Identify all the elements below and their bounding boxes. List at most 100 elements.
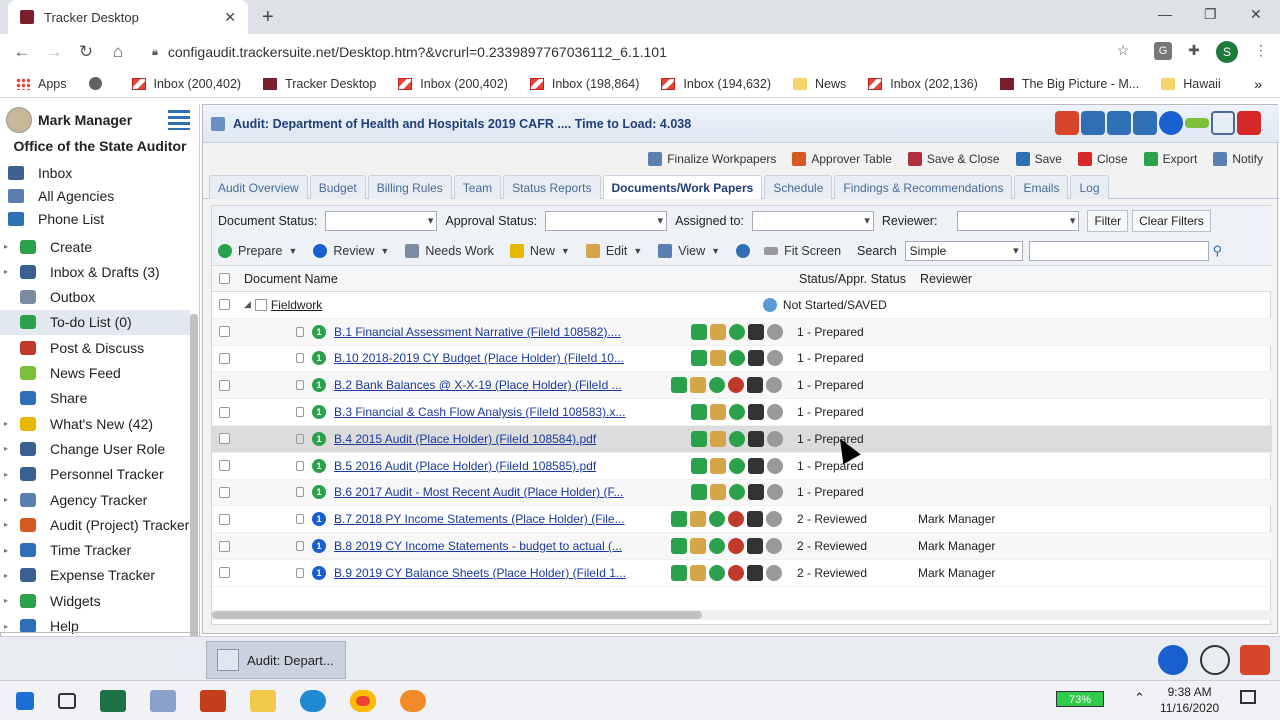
minimize-panel-icon[interactable]	[1185, 118, 1209, 128]
bookmark-item[interactable]: Inbox (200,402)	[398, 77, 508, 91]
chrome-icon[interactable]	[350, 689, 376, 712]
bookmark-star-icon[interactable]: ☆	[1114, 42, 1132, 60]
sidebar-menu-item[interactable]: ▸ Agency Tracker	[0, 487, 190, 512]
document-link[interactable]: B.3 Financial & Cash Flow Analysis (File…	[334, 405, 634, 419]
quick-link[interactable]: All Agencies	[8, 185, 114, 207]
bookmark-item[interactable]: News	[792, 77, 846, 91]
link-icon[interactable]	[747, 538, 763, 555]
home-icon[interactable]: ⌂	[102, 42, 134, 62]
browser-menu-icon[interactable]: ⋮	[1252, 42, 1270, 60]
download-icon[interactable]	[671, 511, 687, 528]
reload-icon[interactable]: ↻	[70, 42, 102, 62]
search-mode-select[interactable]: Simple	[904, 240, 1023, 261]
document-link[interactable]: B.7 2018 PY Income Statements (Place Hol…	[334, 512, 634, 526]
approval-status-select[interactable]	[545, 211, 668, 231]
home-nav-icon[interactable]	[1055, 111, 1079, 135]
status-cycle-icon[interactable]	[729, 323, 745, 340]
toolbar-button[interactable]: Export	[1136, 152, 1206, 166]
browser-tab[interactable]: Tracker Desktop ✕	[8, 0, 248, 34]
link-icon[interactable]	[748, 404, 764, 421]
extension-g-icon[interactable]: G	[1154, 42, 1172, 60]
download-icon[interactable]	[691, 323, 707, 340]
audit-tab[interactable]: Team	[453, 175, 502, 199]
status-cycle-icon[interactable]	[729, 457, 745, 474]
sidebar-menu-item[interactable]: News Feed	[0, 361, 190, 386]
download-icon[interactable]	[691, 457, 707, 474]
edit-note-icon[interactable]	[710, 404, 726, 421]
toolbar-button[interactable]: Save	[1008, 152, 1070, 166]
table-row[interactable]: 1 B.6 2017 Audit - Most Recent Audit (Pla…	[212, 479, 1272, 507]
bookmark-item[interactable]: The Big Picture - M...	[999, 77, 1139, 91]
new-tab-icon[interactable]: +	[262, 6, 274, 29]
restore-icon[interactable]: ❐	[1204, 6, 1217, 23]
row-checkbox[interactable]	[219, 460, 230, 472]
collapse-icon[interactable]: ◢	[244, 299, 251, 310]
bookmark-item[interactable]: Hawaii	[1161, 77, 1221, 91]
fit-screen-button[interactable]: Fit Screen	[764, 244, 841, 258]
document-status-select[interactable]	[325, 211, 438, 231]
table-row[interactable]: 1 B.10 2018-2019 CY Budget (Place Holder)…	[212, 346, 1272, 373]
select-all-checkbox[interactable]	[219, 273, 230, 284]
home-house-icon[interactable]	[1240, 645, 1270, 675]
sidebar-menu-item[interactable]: To-do List (0)	[0, 309, 190, 335]
audit-tab[interactable]: Emails	[1014, 175, 1069, 199]
status-cycle-icon[interactable]	[709, 564, 725, 581]
needs-work-button[interactable]: Needs Work	[405, 243, 494, 258]
copyright-icon[interactable]	[1200, 645, 1230, 675]
status-cycle-icon[interactable]	[729, 484, 745, 501]
row-checkbox[interactable]	[219, 379, 230, 391]
bookmark-item[interactable]: Inbox (194,632)	[661, 77, 771, 91]
back-icon[interactable]: ←	[6, 42, 38, 62]
toolbar-button[interactable]: Close	[1070, 152, 1136, 166]
link-icon[interactable]	[748, 430, 764, 447]
settings-icon[interactable]	[767, 350, 783, 367]
first-nav-icon[interactable]	[1081, 111, 1105, 135]
document-link[interactable]: B.1 Financial Assessment Narrative (File…	[334, 325, 634, 339]
prepare-button[interactable]: Prepare ▼	[218, 243, 297, 258]
bookmark-item[interactable]: Inbox (200,402)	[131, 77, 241, 91]
download-icon[interactable]	[691, 404, 707, 421]
scrollbar-thumb[interactable]	[212, 611, 702, 619]
bookmark-item[interactable]: Apps	[16, 77, 67, 91]
minimize-icon[interactable]: —	[1158, 6, 1172, 22]
reviewer-select[interactable]	[957, 211, 1080, 231]
sidebar-menu-item[interactable]: ▸ Personnel Tracker	[0, 462, 190, 487]
sidebar-menu-item[interactable]: ▸ Audit (Project) Tracker	[0, 512, 190, 537]
folder-name[interactable]: Fieldwork	[271, 298, 763, 312]
row-checkbox[interactable]	[219, 352, 230, 364]
document-link[interactable]: B.9 2019 CY Balance Sheets (Place Holder…	[334, 566, 634, 580]
help-circle-icon[interactable]	[1158, 645, 1188, 675]
link-icon[interactable]	[747, 564, 763, 581]
link-icon[interactable]	[748, 457, 764, 474]
row-checkbox[interactable]	[219, 567, 230, 579]
table-row[interactable]: 1 B.7 2018 PY Income Statements (Place Ho…	[212, 506, 1272, 534]
edit-note-icon[interactable]	[690, 564, 706, 581]
hamburger-menu-icon[interactable]	[168, 110, 190, 130]
audit-tab[interactable]: Budget	[309, 175, 366, 199]
link-icon[interactable]	[748, 484, 764, 501]
profile-avatar[interactable]: S	[1216, 41, 1238, 63]
table-row[interactable]: 1 B.9 2019 CY Balance Sheets (Place Holde…	[212, 560, 1272, 587]
task-view-icon[interactable]	[58, 692, 76, 709]
windows-start-icon[interactable]	[16, 691, 34, 710]
powerpoint-icon[interactable]	[200, 689, 226, 712]
tray-chevron-up-icon[interactable]: ⌃	[1134, 690, 1145, 706]
sidebar-menu-item[interactable]: ▸ Inbox & Drafts (3)	[0, 259, 190, 284]
quick-link[interactable]: Phone List	[8, 208, 104, 230]
download-icon[interactable]	[671, 538, 687, 555]
sidebar-menu-item[interactable]: ▸ Time Tracker	[0, 538, 190, 563]
search-input[interactable]	[1028, 240, 1209, 261]
search-icon[interactable]: ⚲	[1213, 243, 1223, 259]
bookmarks-overflow-icon[interactable]: »	[1254, 76, 1262, 92]
help-icon[interactable]	[1159, 111, 1183, 135]
document-link[interactable]: B.4 2015 Audit (Place Holder) (FileId 10…	[334, 432, 634, 446]
sidebar-menu-item[interactable]: Share	[0, 386, 190, 411]
edit-note-icon[interactable]	[710, 350, 726, 367]
file-explorer-icon[interactable]	[250, 689, 276, 712]
row-checkbox[interactable]	[219, 406, 230, 418]
sidebar-menu-item[interactable]: ▸ What's New (42)	[0, 411, 190, 436]
link-icon[interactable]	[747, 377, 763, 394]
excel-icon[interactable]	[100, 689, 126, 712]
document-link[interactable]: B.10 2018-2019 CY Budget (Place Holder) …	[334, 351, 634, 365]
bookmark-item[interactable]: Inbox (202,136)	[868, 77, 978, 91]
